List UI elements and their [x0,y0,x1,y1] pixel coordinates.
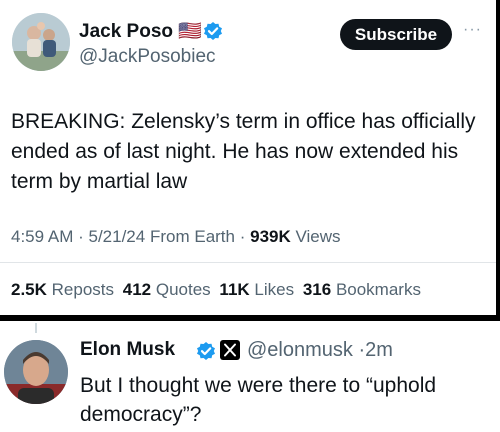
tweet-text: BREAKING: Zelensky’s term in office has … [11,110,476,193]
bookmarks-stat[interactable]: 316 Bookmarks [303,280,421,299]
likes-stat[interactable]: 11K Likes [219,280,298,299]
avatar-photo-icon [4,340,68,404]
reply-meta: @elonmusk ·2m [247,339,393,361]
views-label: Views [295,227,341,246]
author-handle[interactable]: @JackPosobiec [79,46,216,68]
elon-musk-avatar[interactable] [4,340,68,404]
jack-poso-avatar[interactable] [12,13,70,71]
thread-line [35,323,37,333]
reply-text: But I thought we were there to “uphold d… [80,374,437,426]
reply-age[interactable]: 2m [365,339,393,361]
tweet-date[interactable]: 5/21/24 [89,227,146,246]
divider [0,262,496,263]
subscribe-button[interactable]: Subscribe [340,19,452,50]
avatar-photo-icon [12,13,70,71]
main-tweet: Jack Poso 🇺🇸 @JackPosobiec Subscribe ···… [0,0,500,315]
quotes-stat[interactable]: 412 Quotes [123,280,216,299]
reposts-stat[interactable]: 2.5K Reposts [11,280,119,299]
tweet-time[interactable]: 4:59 AM [11,227,73,246]
tweet-stats: 2.5K Reposts 412 Quotes 11K Likes 316 Bo… [11,280,425,300]
tweet-meta: 4:59 AM · 5/21/24 From Earth · 939K View… [11,227,341,246]
us-flag-icon: 🇺🇸 [178,21,202,42]
views-count: 939K [250,227,291,246]
more-icon[interactable]: ··· [463,21,482,39]
verified-badge-icon [196,341,216,366]
x-logo-icon [220,340,240,365]
reply-author-handle[interactable]: @elonmusk [247,339,353,361]
verified-badge-icon [203,21,223,46]
tweet-source: From Earth [149,227,235,246]
author-name[interactable]: Jack Poso 🇺🇸 [79,19,202,43]
reply-author-name[interactable]: Elon Musk [80,339,175,361]
